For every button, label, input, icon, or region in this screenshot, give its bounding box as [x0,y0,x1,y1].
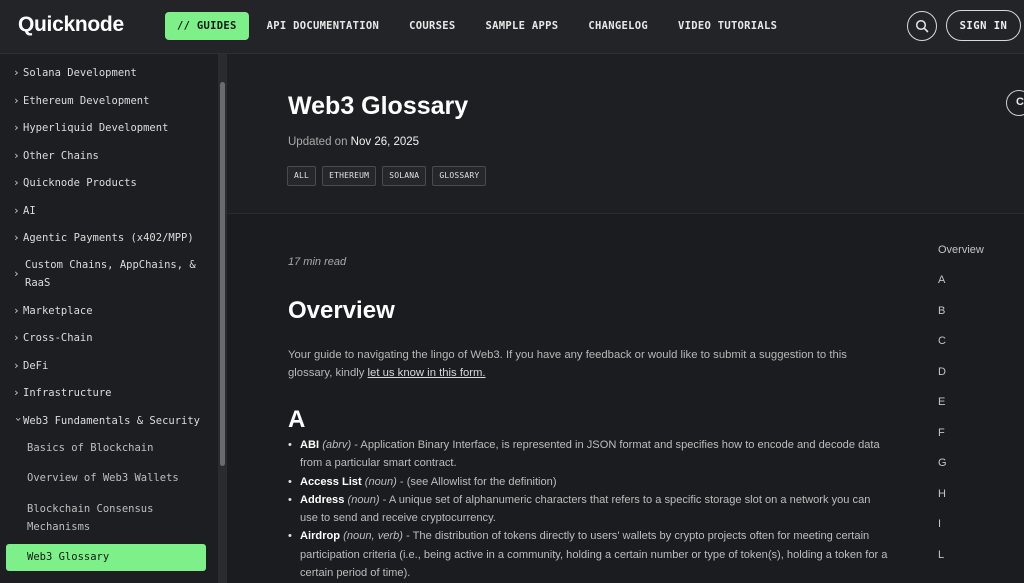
sidebar-subitem-consensus-mechanisms[interactable]: Blockchain Consensus Mechanisms [27,500,207,536]
glossary-list: ABI (abrv) - Application Binary Interfac… [288,436,890,582]
chevron-right-icon: › [13,331,20,344]
search-icon [915,19,929,33]
toc-item-b[interactable]: B [938,305,945,317]
glossary-entry: ABI (abrv) - Application Binary Interfac… [288,436,890,473]
sidebar-subitem-overview-of-web3-wallets[interactable]: Overview of Web3 Wallets [27,469,207,487]
chevron-right-icon: › [13,204,20,217]
chevron-right-icon: › [13,231,20,244]
toc-item-l[interactable]: L [938,549,944,561]
sidebar-item-ethereum-development[interactable]: › Ethereum Development [13,92,203,110]
nav-api-documentation[interactable]: API DOCUMENTATION [267,12,380,40]
toc-item-c[interactable]: C [938,335,946,347]
chevron-right-icon: › [13,66,20,79]
sidebar-subitem-basics-of-blockchain[interactable]: Basics of Blockchain [27,439,207,457]
chevron-right-icon: › [13,267,20,280]
sidebar: › Solana Development › Ethereum Developmen… [0,54,227,583]
glossary-entry: Airdrop (noun, verb) - The distribution … [288,527,890,582]
article-header [227,54,1024,214]
chevron-right-icon: › [13,359,20,372]
chevron-right-icon: › [13,176,20,189]
sidebar-subitem-web3-glossary-active[interactable]: Web3 Glossary [6,544,206,571]
toc-item-g[interactable]: G [938,457,947,469]
nav-guides[interactable]: // GUIDES [165,12,249,40]
chevron-right-icon: › [13,386,20,399]
tag-solana[interactable]: SOLANA [382,166,427,186]
toc-item-e[interactable]: E [938,396,945,408]
sidebar-item-ai[interactable]: › AI [13,202,203,220]
chevron-right-icon: › [13,94,20,107]
tag-glossary[interactable]: GLOSSARY [432,166,487,186]
glossary-entry: Access List (noun) - (see Allowlist for … [288,473,890,492]
nav-video-tutorials[interactable]: VIDEO TUTORIALS [678,12,777,40]
sidebar-item-custom-chains[interactable]: › Custom Chains, AppChains, & RaaS [13,256,203,292]
toc-item-overview[interactable]: Overview [938,244,984,256]
chevron-right-icon: › [13,149,20,162]
sidebar-item-agentic-payments[interactable]: › Agentic Payments (x402/MPP) [13,229,203,247]
nav-changelog[interactable]: CHANGELOG [588,12,648,40]
intro-paragraph: Your guide to navigating the lingo of We… [288,349,847,379]
page-title: Web3 Glossary [288,92,469,120]
nav-sample-apps[interactable]: SAMPLE APPS [486,12,559,40]
sidebar-item-web3-fundamentals[interactable]: ›Web3 Fundamentals & Security [12,412,203,430]
sidebar-item-cross-chain[interactable]: › Cross-Chain [13,329,203,347]
tag-ethereum[interactable]: ETHEREUM [322,166,377,186]
read-time: 17 min read [288,256,347,268]
tag-list: ALL ETHEREUM SOLANA GLOSSARY [287,166,492,186]
glossary-entry: Address (noun) - A unique set of alphanu… [288,491,890,528]
toc-item-h[interactable]: H [938,488,946,500]
sidebar-item-hyperliquid-development[interactable]: › Hyperliquid Development [13,119,203,137]
sidebar-item-quicknode-products[interactable]: › Quicknode Products [13,174,203,192]
toc-item-i[interactable]: I [938,518,941,530]
section-heading-a: A [288,406,306,433]
main-nav: // GUIDES API DOCUMENTATION COURSES SAMP… [165,12,807,40]
sidebar-item-other-chains[interactable]: › Other Chains [13,147,203,165]
toc-item-a[interactable]: A [938,274,945,286]
nav-courses[interactable]: COURSES [409,12,455,40]
search-button[interactable] [907,11,937,41]
toc-item-d[interactable]: D [938,366,946,378]
tag-all[interactable]: ALL [287,166,317,186]
chevron-down-icon: › [12,416,25,423]
sign-in-button[interactable]: SIGN IN [946,10,1021,41]
sidebar-item-infrastructure[interactable]: › Infrastructure [13,384,203,402]
toc-item-f[interactable]: F [938,427,945,439]
updated-date: Updated on Nov 26, 2025 [288,136,420,148]
chevron-right-icon: › [13,304,20,317]
quicknode-logo[interactable]: Quicknode [18,13,124,37]
top-navbar: Quicknode // GUIDES API DOCUMENTATION CO… [0,0,1024,54]
sidebar-item-defi[interactable]: › DeFi [13,357,203,375]
sidebar-item-solana-development[interactable]: › Solana Development [13,64,203,82]
sidebar-item-marketplace[interactable]: › Marketplace [13,302,203,320]
feedback-form-link[interactable]: let us know in this form. [368,367,486,379]
chevron-right-icon: › [13,121,20,134]
overview-heading: Overview [288,297,395,324]
sidebar-scrollbar-thumb[interactable] [220,82,225,466]
